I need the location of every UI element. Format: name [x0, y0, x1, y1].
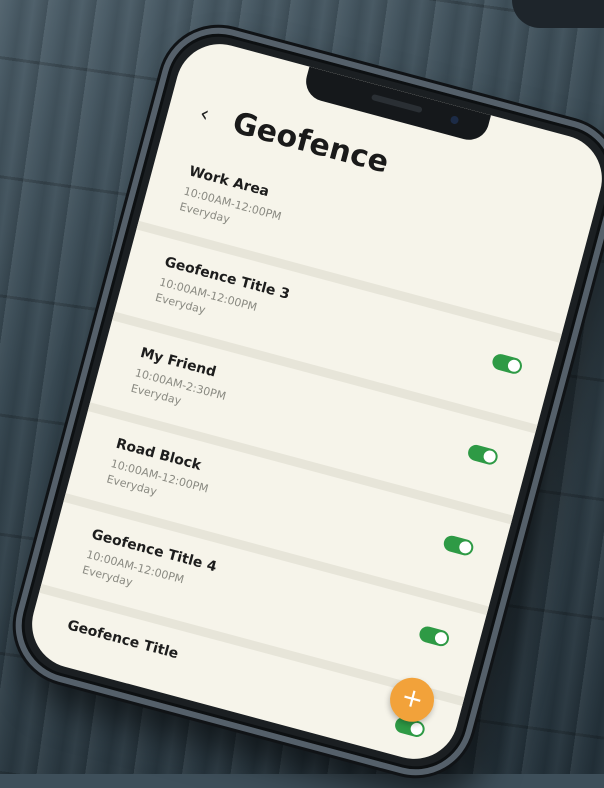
back-icon[interactable]: ‹	[190, 100, 219, 129]
toggle-knob	[409, 721, 424, 737]
front-camera	[449, 115, 460, 125]
background-object	[512, 0, 604, 28]
plus-icon: +	[397, 681, 427, 717]
geofence-toggle[interactable]	[441, 533, 476, 558]
geofence-toggle[interactable]	[417, 624, 451, 648]
toggle-knob	[457, 540, 473, 555]
toggle-knob	[433, 630, 449, 646]
geofence-toggle[interactable]	[490, 352, 524, 376]
speaker-grille	[370, 93, 423, 114]
toggle-knob	[506, 358, 522, 374]
geofence-toggle[interactable]	[466, 443, 500, 467]
toggle-knob	[482, 449, 497, 464]
